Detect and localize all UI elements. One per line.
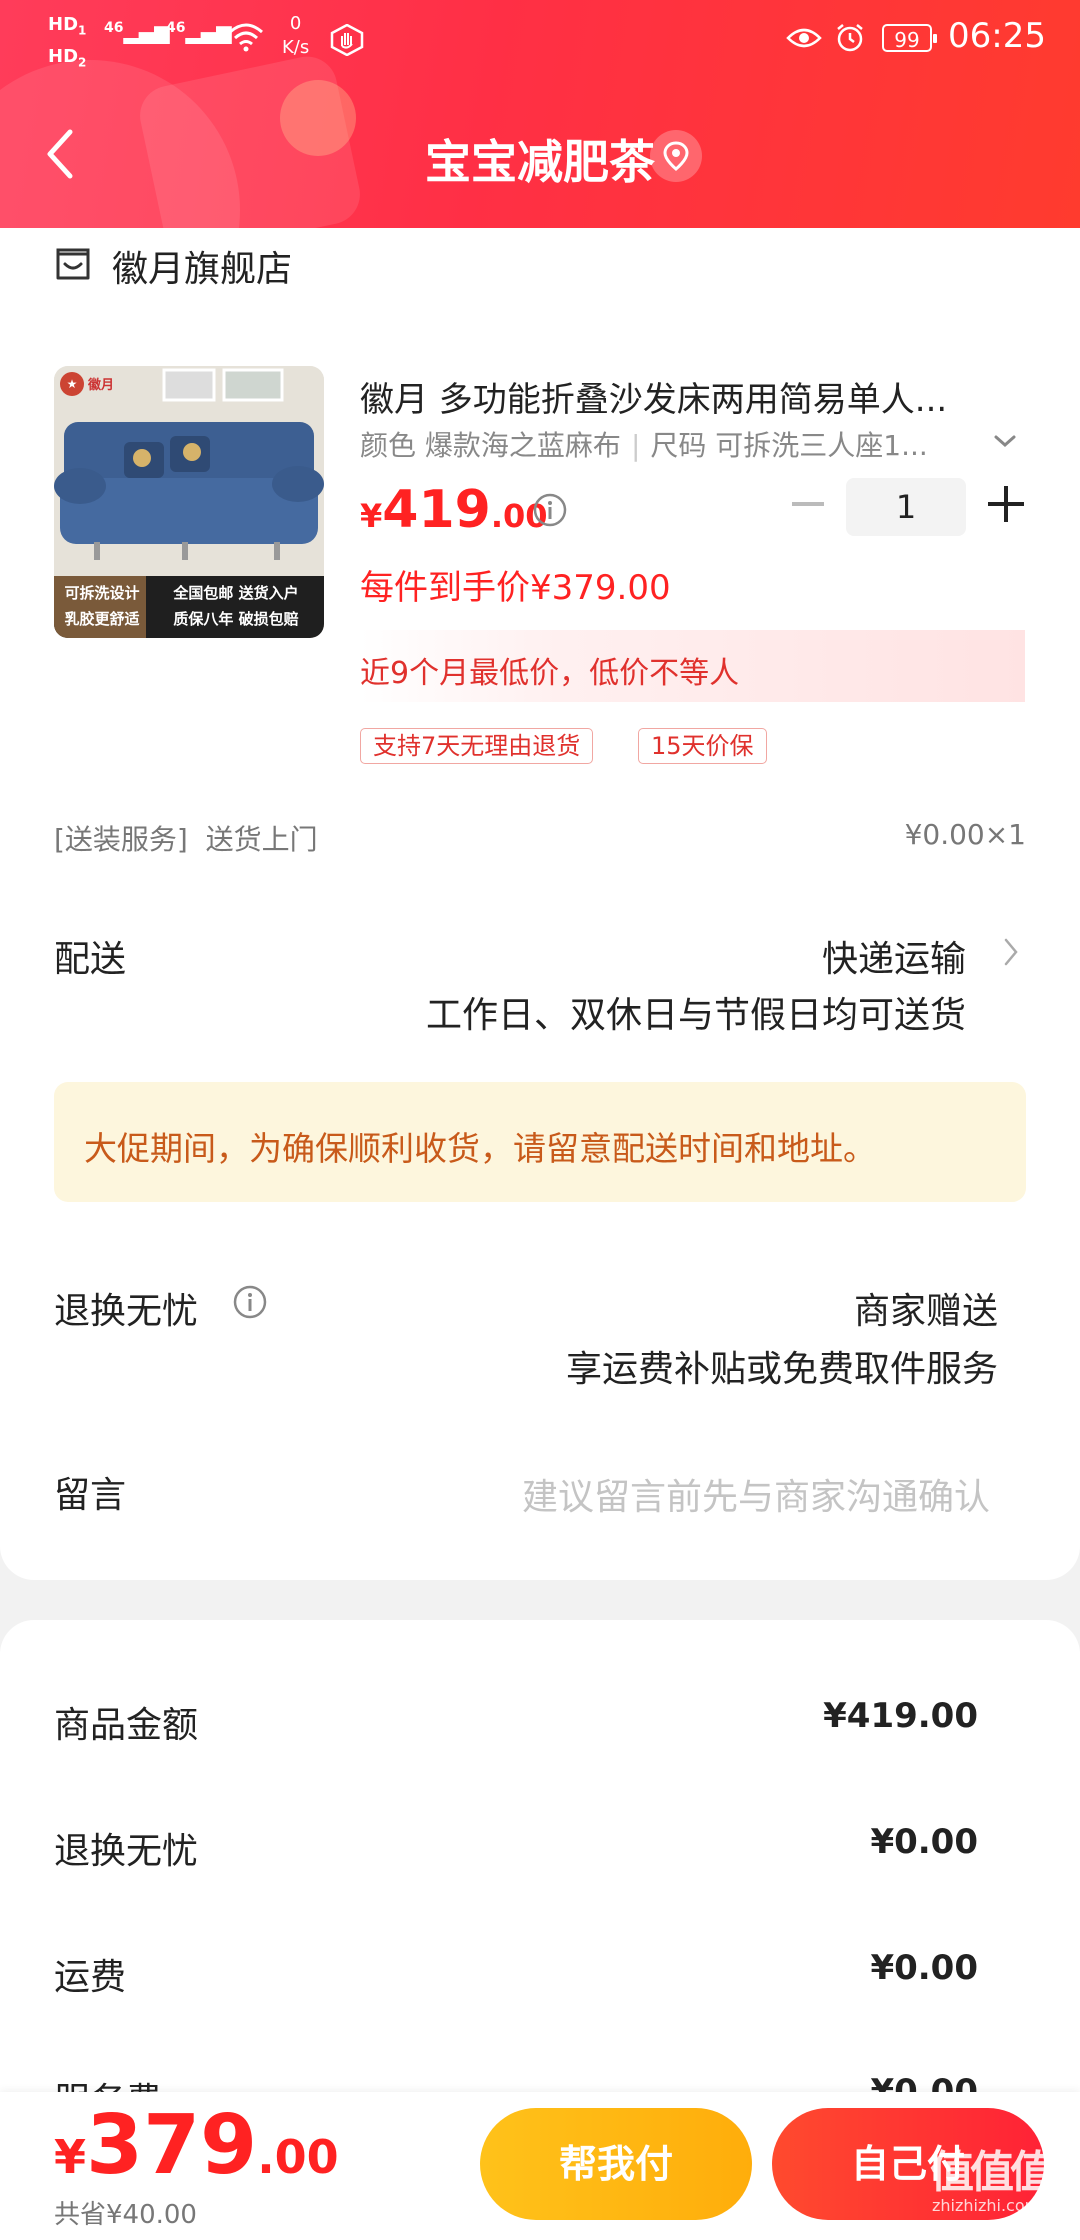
status-bar: HD1 HD2 46▂▄▆ 46▂▄▆ 0 K/s 99 06:25 <box>0 0 1080 76</box>
quantity-stepper[interactable]: 1 <box>846 478 966 536</box>
summary-value: ¥0.00 <box>870 1948 978 1988</box>
install-service-price: ¥0.00×1 <box>904 818 1026 851</box>
image-caption: 全国包邮 送货入户 质保八年 破损包赔 <box>173 584 299 628</box>
product-title[interactable]: 徽月 多功能折叠沙发床两用简易单人... <box>360 372 1025 421</box>
battery-indicator: 99 <box>882 24 937 52</box>
final-price: 每件到手价¥379.00 <box>360 568 671 608</box>
shop-icon <box>56 248 90 280</box>
delivery-label: 配送 <box>54 939 127 980</box>
shop-name[interactable]: 徽月旗舰店 <box>112 240 292 292</box>
price-protection-tag: 15天价保 <box>638 728 767 764</box>
info-icon[interactable] <box>232 1284 268 1320</box>
summary-label: 运费 <box>54 1957 127 1998</box>
watermark-url: zhizhizhi.com <box>932 2196 1041 2215</box>
product-image[interactable]: ★ 徽月 可拆洗设计 乳胶更舒适 全国包邮 送货入户 质保八年 破损包赔 <box>54 366 324 638</box>
status-time: 06:25 <box>948 16 1046 56</box>
return-service-note: 享运费补贴或免费取件服务 <box>565 1349 998 1390</box>
quantity-increase-button[interactable] <box>986 484 1026 524</box>
brand-logo: ★ <box>60 372 84 396</box>
summary-label: 商品金额 <box>54 1705 199 1746</box>
hand-icon <box>330 24 364 56</box>
message-label: 留言 <box>54 1475 127 1516</box>
chevron-right-icon[interactable] <box>1002 936 1020 968</box>
install-service: [送装服务] 送货上门 <box>54 823 318 856</box>
summary-value: ¥0.00 <box>870 1822 978 1862</box>
return-policy-tag: 支持7天无理由退货 <box>360 728 594 764</box>
wifi-icon <box>229 23 263 52</box>
quantity-decrease-button[interactable] <box>790 484 826 524</box>
signal-icon: 46▂▄▆ <box>166 20 232 44</box>
page-title: 宝宝减肥茶 <box>425 135 655 189</box>
return-service-label: 退换无忧 <box>54 1291 199 1332</box>
network-speed: 0 K/s <box>282 13 310 58</box>
sku-selector[interactable]: 颜色 爆款海之蓝麻布 | 尺码 可拆洗三人座1... <box>360 424 950 464</box>
info-icon[interactable] <box>532 492 568 528</box>
network-indicator: HD1 HD2 <box>48 14 87 70</box>
total-price: ¥379.00 <box>54 2098 339 2193</box>
summary-label: 退换无忧 <box>54 1831 199 1872</box>
signal-icon: 46▂▄▆ <box>104 20 170 44</box>
alarm-icon <box>837 24 863 52</box>
location-pin-icon[interactable] <box>650 130 702 182</box>
delivery-note: 工作日、双休日与节假日均可送货 <box>425 995 966 1036</box>
message-input[interactable]: 建议留言前先与商家沟通确认 <box>522 1468 990 1520</box>
image-caption: 可拆洗设计 乳胶更舒适 <box>64 584 140 628</box>
saved-amount: 共省¥40.00 <box>54 2200 197 2230</box>
summary-value: ¥419.00 <box>823 1696 978 1736</box>
help-pay-button[interactable]: 帮我付 <box>480 2108 752 2220</box>
delivery-method[interactable]: 快递运输 <box>822 930 966 982</box>
eye-icon <box>786 28 822 48</box>
return-service-value: 商家赠送 <box>853 1291 998 1332</box>
header-bar: HD1 HD2 46▂▄▆ 46▂▄▆ 0 K/s 99 06:25 宝宝减肥茶 <box>0 0 1080 228</box>
promo-notice-text: 大促期间，为确保顺利收货，请留意配送时间和地址。 <box>84 1129 876 1168</box>
watermark: 值值值 <box>930 2147 1054 2198</box>
unit-price: ¥419.00 <box>360 480 548 540</box>
chevron-down-icon[interactable] <box>992 428 1018 454</box>
brand-name: 徽月 <box>88 378 115 393</box>
lowest-price-text: 近9个月最低价，低价不等人 <box>360 656 740 691</box>
